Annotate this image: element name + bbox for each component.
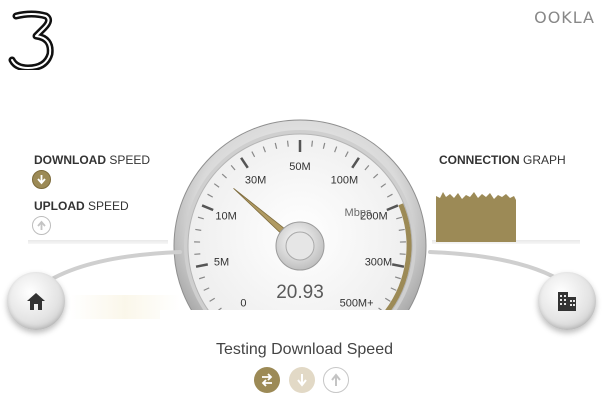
gauge-tick-label: 5M [214,257,229,269]
gauge-tick-label: 500M+ [340,298,374,310]
speed-reading: 20.93 [276,282,324,303]
three-logo [8,10,56,72]
connection-graph-label: CONNECTION GRAPH [439,153,566,167]
gauge-tick-label: 300M [365,257,393,269]
building-icon [558,292,576,311]
server-location-button[interactable] [538,272,596,330]
connection-graph [436,188,518,242]
gauge-tick-label: 100M [331,174,359,186]
gauge-tick-label: 10M [215,210,236,222]
speedometer-gauge: 05M10M30M50M100M200M300M500M+ Mbps 20.93 [160,119,440,332]
transfer-arrows-icon [261,373,273,387]
home-icon [27,293,45,310]
upload-speed-label: UPLOAD SPEED [34,199,129,213]
download-stage-indicator [289,367,315,393]
ping-stage-indicator [254,367,280,393]
gauge-minor-tick [286,140,289,147]
gauge-unit: Mbps [345,207,372,219]
gauge-minor-tick [311,140,314,147]
gauge-tick-label: 30M [245,174,266,186]
status-text: Testing Download Speed [215,341,393,358]
arrow-up-icon [32,216,51,235]
gauge-tick-label: 0 [240,298,246,310]
download-speed-label: DOWNLOAD SPEED [34,153,151,167]
gauge-tick-label: 50M [289,161,310,173]
arrow-down-icon [32,170,51,189]
home-button[interactable] [7,272,65,330]
ookla-logo: OOKLA [534,8,595,27]
upload-stage-indicator [323,367,349,393]
arrow-down-icon [297,374,307,387]
arrow-up-icon [331,373,341,386]
left-shelf [28,240,168,244]
